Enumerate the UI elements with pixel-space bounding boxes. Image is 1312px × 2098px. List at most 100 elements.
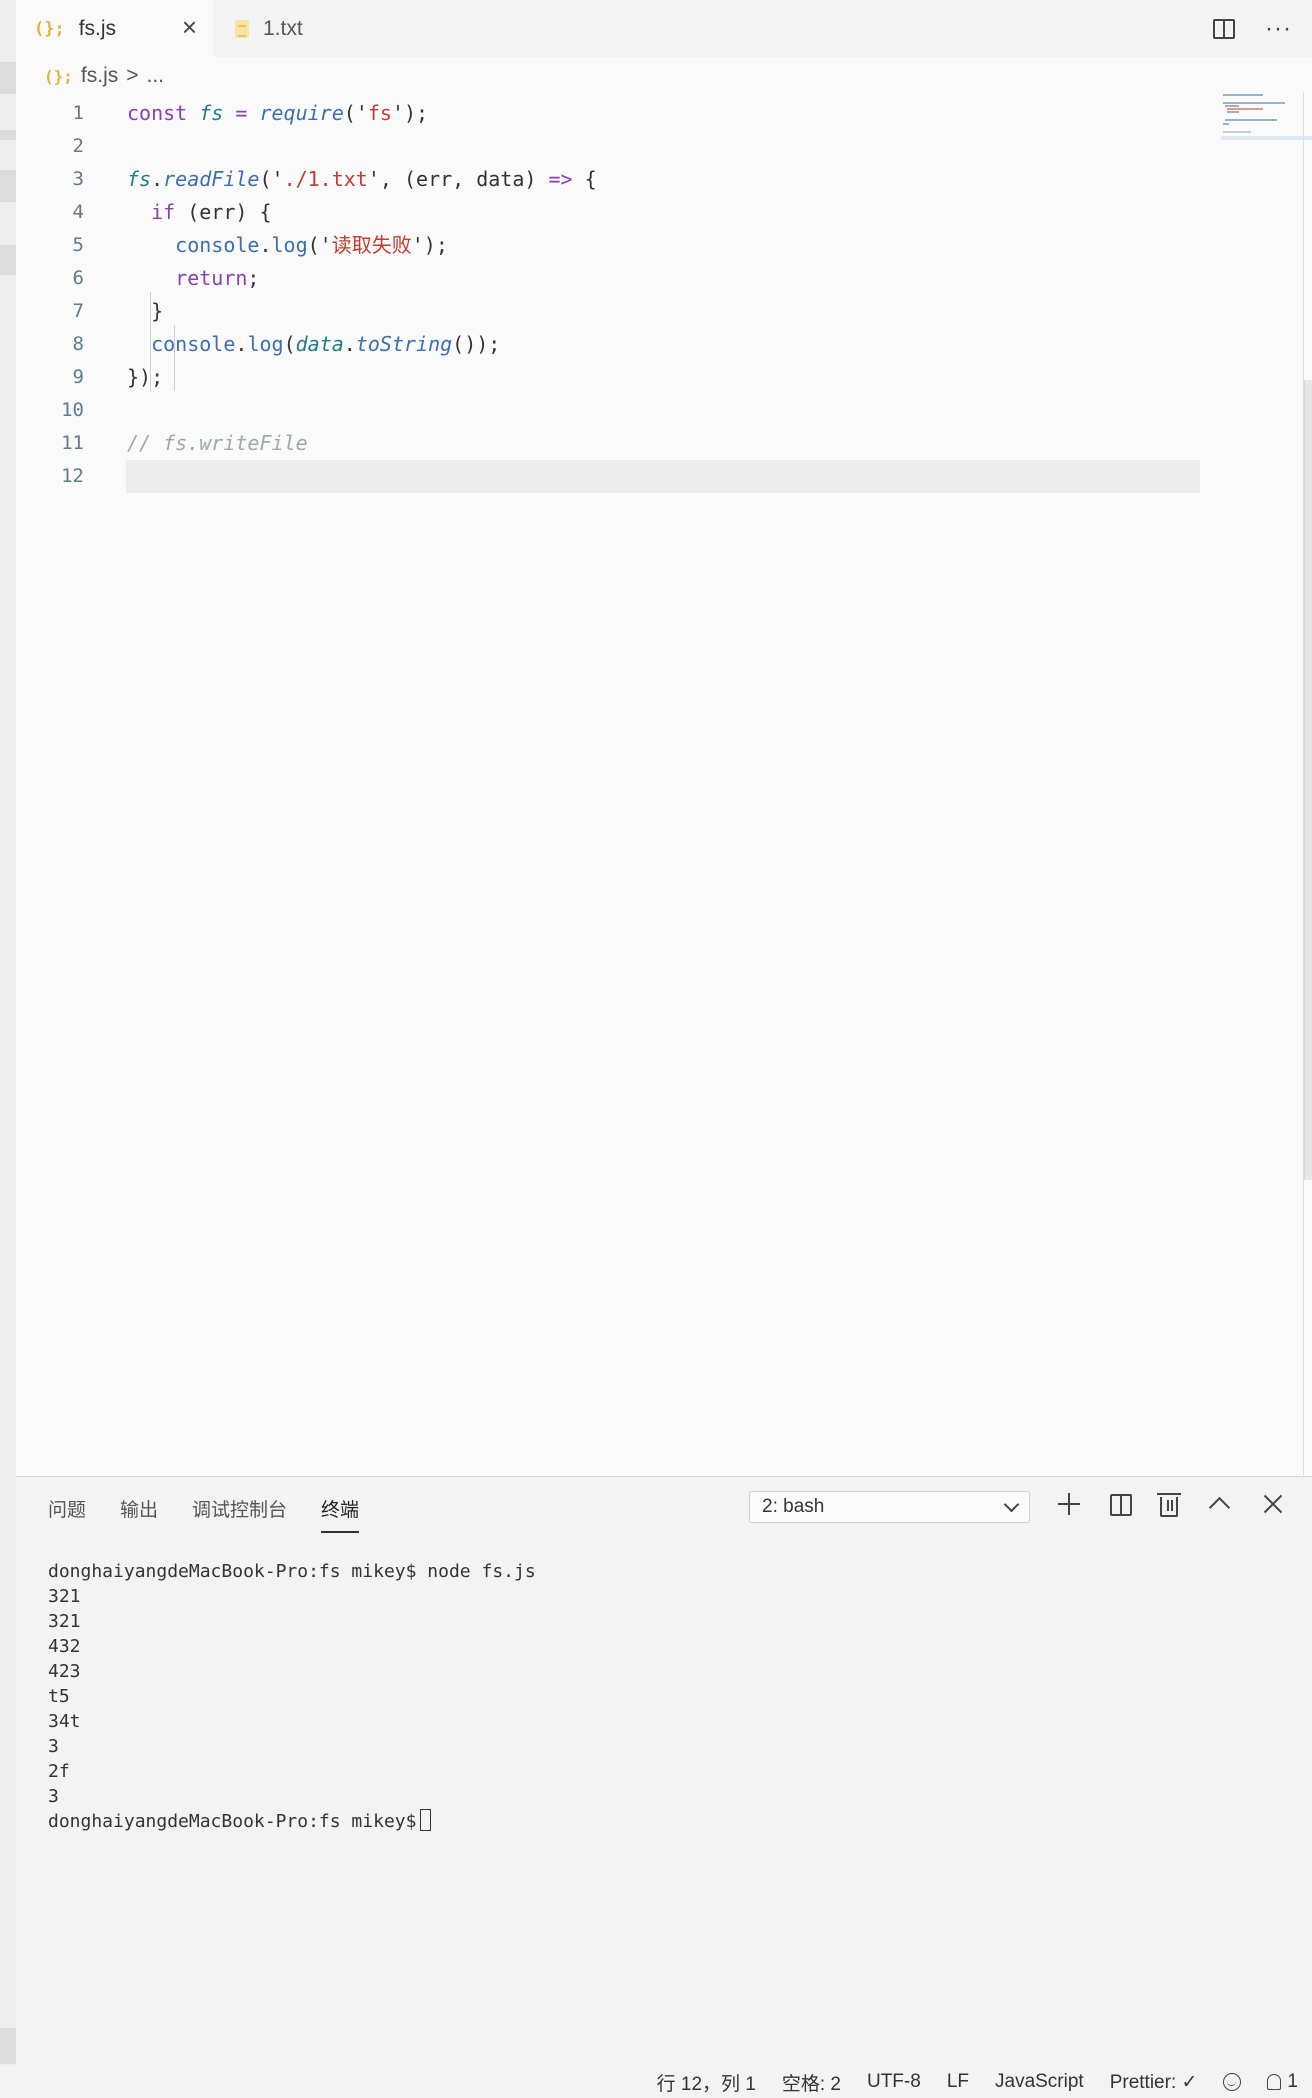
bottom-panel: 问题 输出 调试控制台 终端 2: bash donghaiyangdeMacB… <box>16 1476 1312 2066</box>
terminal-output[interactable]: donghaiyangdeMacBook-Pro:fs mikey$ node … <box>48 1559 536 1834</box>
code-token: . <box>343 332 356 356</box>
terminal-select[interactable]: 2: bash <box>749 1491 1030 1523</box>
tab-problems[interactable]: 问题 <box>48 1491 86 1526</box>
code-line: console.log('读取失败'); <box>127 229 448 262</box>
maximize-panel-icon[interactable] <box>1206 1491 1232 1517</box>
text-file-icon <box>235 19 249 38</box>
code-token: (' <box>307 233 332 257</box>
code-line: if (err) { <box>127 196 272 229</box>
minimap-line <box>1223 123 1229 125</box>
tab-1-txt[interactable]: 1.txt <box>213 0 321 57</box>
strip-mark <box>0 170 16 202</box>
editor-actions: ··· <box>1213 0 1312 57</box>
terminal-line: 34t <box>48 1711 81 1732</box>
code-token: fs <box>127 167 152 191</box>
minimap-line <box>1225 119 1277 121</box>
tab-label: 1.txt <box>263 16 303 40</box>
terminal-line: donghaiyangdeMacBook-Pro:fs mikey$ node … <box>48 1561 536 1582</box>
code-token: 读取失败 <box>331 233 412 257</box>
terminal-select-value: 2: bash <box>762 1496 825 1517</box>
feedback-icon[interactable] <box>1223 2073 1242 2091</box>
encoding[interactable]: UTF-8 <box>867 2071 921 2093</box>
line-number: 2 <box>72 135 84 157</box>
code-token: log <box>247 332 284 356</box>
code-token: return <box>175 266 248 290</box>
code-token: '); <box>411 233 448 257</box>
chevron-down-icon <box>1003 1496 1020 1512</box>
js-file-icon: (}; <box>44 66 73 86</box>
notification-count: 1 <box>1287 2071 1298 2092</box>
code-token: = <box>223 101 260 125</box>
line-number: 11 <box>61 432 84 454</box>
terminal-line: 423 <box>48 1661 81 1682</box>
code-token: toString <box>355 332 453 356</box>
code-line: // fs.writeFile <box>127 427 308 460</box>
more-actions-icon[interactable]: ··· <box>1265 15 1292 43</box>
code-token: if <box>151 200 176 224</box>
code-editor[interactable]: 1 2 3 4 5 6 7 8 9 10 11 12 const fs = require('fs')… <box>16 92 1312 1475</box>
end-of-line[interactable]: LF <box>947 2071 969 2093</box>
panel-tabs: 问题 输出 调试控制台 终端 <box>48 1477 360 1539</box>
terminal-line: t5 <box>48 1686 70 1707</box>
close-icon[interactable]: × <box>182 14 197 40</box>
code-token: console <box>151 332 236 356</box>
code-token: console <box>175 233 260 257</box>
code-token: (err) { <box>175 200 272 224</box>
minimap-line <box>1223 94 1263 96</box>
terminal-line: 432 <box>48 1636 81 1657</box>
line-number: 8 <box>72 333 84 355</box>
kill-terminal-icon[interactable] <box>1157 1492 1181 1517</box>
breadcrumb-file[interactable]: fs.js <box>81 64 118 88</box>
indentation[interactable]: 空格: 2 <box>782 2069 841 2096</box>
close-panel-icon[interactable] <box>1260 1491 1286 1517</box>
minimap[interactable] <box>1221 92 1312 142</box>
editor-scrollbar[interactable] <box>1304 380 1312 1180</box>
code-token: { <box>572 167 597 191</box>
code-token: ()); <box>452 332 501 356</box>
code-token: // fs.writeFile <box>127 431 308 455</box>
current-line-highlight <box>126 460 1200 493</box>
prettier-status[interactable]: Prettier: ✓ <box>1110 2071 1198 2094</box>
code-token: ./1.txt <box>283 167 368 191</box>
minimap-line <box>1227 111 1239 113</box>
terminal-line: 321 <box>48 1586 81 1607</box>
breadcrumb-separator: > <box>126 64 139 87</box>
terminal-prompt: donghaiyangdeMacBook-Pro:fs mikey$ <box>48 1809 536 1834</box>
new-terminal-icon[interactable] <box>1056 1491 1082 1517</box>
code-line: }); <box>127 361 163 394</box>
line-number: 3 <box>72 168 84 190</box>
tab-fs-js[interactable]: (}; fs.js × <box>16 0 213 57</box>
tab-output[interactable]: 输出 <box>120 1491 158 1526</box>
code-line: fs.readFile('./1.txt', (err, data) => { <box>127 163 597 196</box>
breadcrumb: (}; fs.js > ... <box>44 60 164 92</box>
code-token: require <box>259 101 344 125</box>
code-token: const <box>127 101 200 125</box>
terminal-line: 2f <box>48 1761 70 1782</box>
code-token: }); <box>127 365 164 389</box>
code-line: const fs = require('fs'); <box>127 97 428 130</box>
code-token: (' <box>259 167 284 191</box>
breadcrumb-more[interactable]: ... <box>147 64 165 88</box>
split-terminal-icon[interactable] <box>1110 1494 1132 1516</box>
tab-label: fs.js <box>78 16 117 40</box>
code-token: fs <box>199 101 224 125</box>
notifications[interactable]: 1 <box>1267 2071 1298 2093</box>
cursor-position[interactable]: 行 12，列 1 <box>657 2069 756 2096</box>
strip-mark <box>0 245 16 275</box>
line-number: 6 <box>72 267 84 289</box>
code-token: log <box>271 233 308 257</box>
split-editor-icon[interactable] <box>1213 18 1236 39</box>
js-file-icon: (}; <box>34 18 65 39</box>
terminal-line: 3 <box>48 1736 59 1757</box>
line-number: 12 <box>61 465 84 487</box>
code-token: fs <box>367 101 392 125</box>
line-number: 7 <box>72 300 84 322</box>
language-mode[interactable]: JavaScript <box>995 2071 1084 2093</box>
code-token: . <box>235 332 248 356</box>
line-number: 10 <box>61 399 84 421</box>
tab-debug-console[interactable]: 调试控制台 <box>192 1491 287 1526</box>
code-token: => <box>548 167 573 191</box>
tab-terminal[interactable]: 终端 <box>321 1491 360 1533</box>
